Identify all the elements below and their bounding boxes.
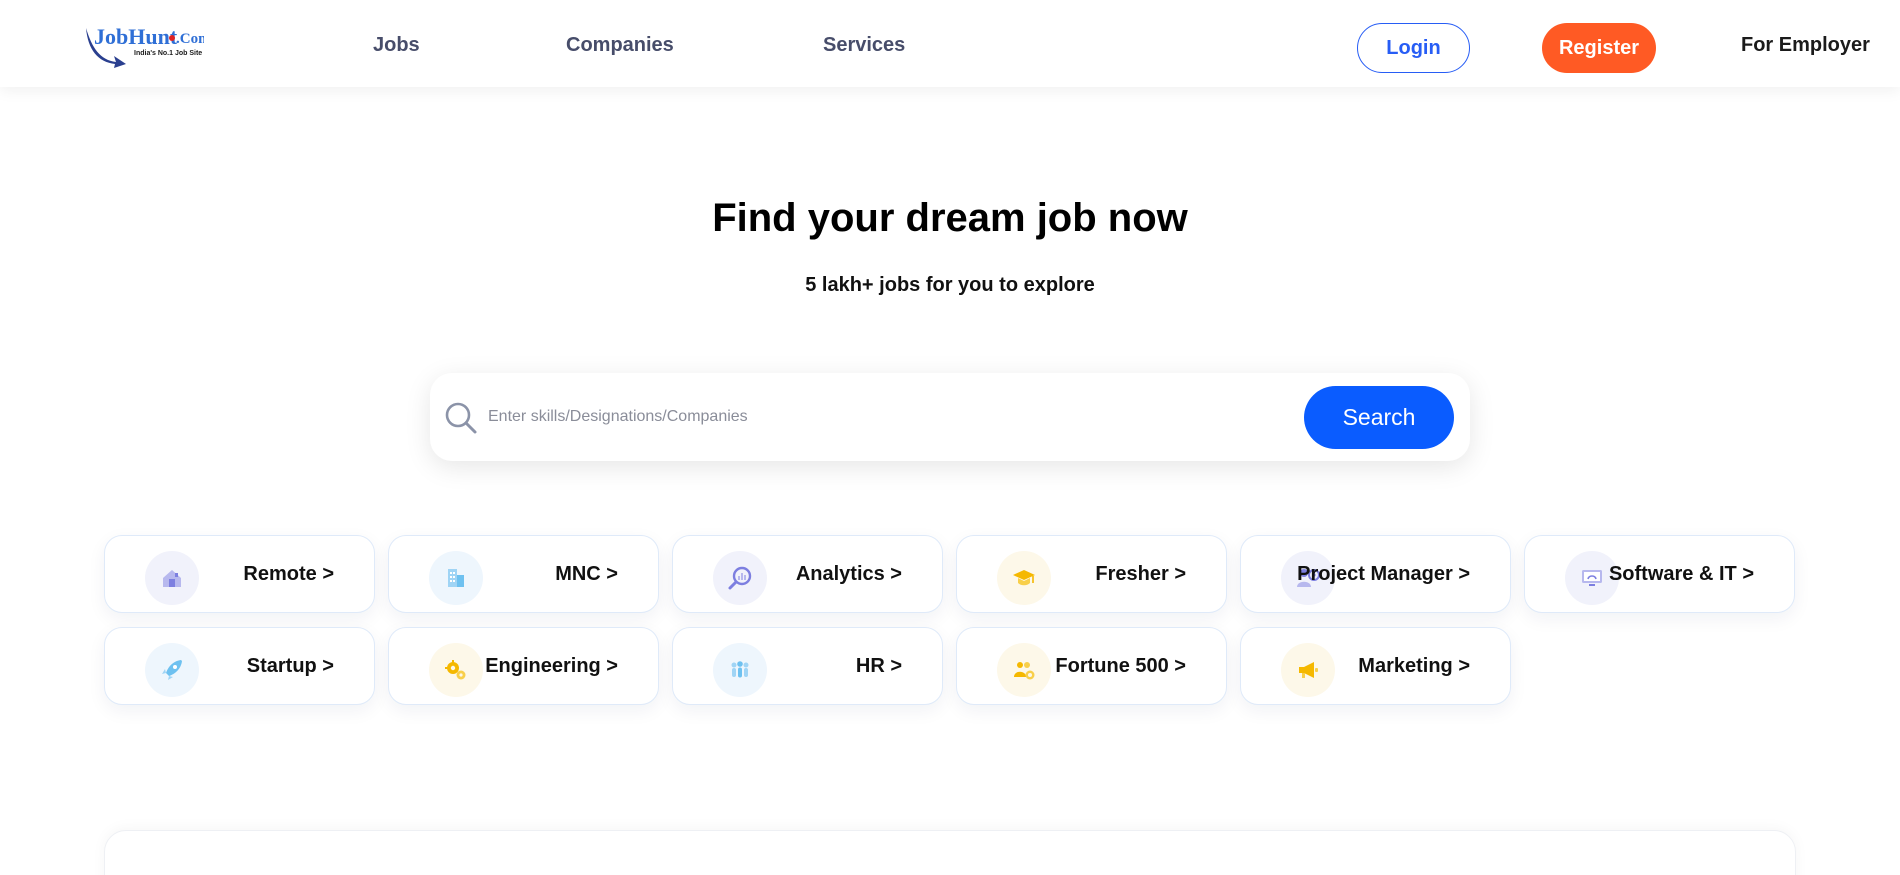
gears-icon [429,643,483,697]
category-label: Project Manager > [1297,563,1470,585]
svg-text:JobHunt: JobHunt [94,24,178,49]
hero-title: Find your dream job now [712,196,1188,240]
for-employer-link[interactable]: For Employer [1741,34,1870,57]
hero-subtitle: 5 lakh+ jobs for you to explore [805,274,1095,296]
category-label: Fresher > [1095,563,1186,585]
category-label: Remote > [243,563,334,585]
category-chip-startup[interactable]: Startup > [104,627,375,705]
category-chip-hr[interactable]: HR > [672,627,943,705]
category-label: Startup > [246,655,334,677]
building-icon [429,551,483,605]
remote-home-icon [145,551,199,605]
category-label: Engineering > [485,655,618,677]
category-label: Fortune 500 > [1055,655,1186,677]
category-chip-mnc[interactable]: MNC > [388,535,659,613]
category-chip-analytics[interactable]: Analytics > [672,535,943,613]
svg-text:.Com: .Com [176,31,204,47]
team-badge-icon [997,643,1051,697]
search-input[interactable] [488,397,1188,437]
category-label: Analytics > [795,563,902,585]
top-navbar: JobHunt .Com India's No.1 Job Site Jobs … [0,0,1900,87]
category-chip-remote[interactable]: Remote > [104,535,375,613]
svg-text:India's No.1 Job Site: India's No.1 Job Site [134,50,202,57]
nav-jobs-link[interactable]: Jobs [373,34,420,57]
category-label: Marketing > [1358,655,1470,677]
category-label: Software & IT > [1608,563,1754,585]
people-icon [713,643,767,697]
category-chip-fresher[interactable]: Fresher > [956,535,1227,613]
category-chip-fortune-500[interactable]: Fortune 500 > [956,627,1227,705]
nav-companies-link[interactable]: Companies [566,34,674,57]
nav-services-link[interactable]: Services [823,34,905,57]
category-chip-marketing[interactable]: Marketing > [1240,627,1511,705]
category-label: HR > [855,655,902,677]
analytics-magnifier-icon [713,551,767,605]
megaphone-icon [1281,643,1335,697]
content-card [104,830,1796,875]
login-button[interactable]: Login [1357,23,1470,73]
category-label: MNC > [555,563,618,585]
register-button[interactable]: Register [1542,23,1656,73]
graduation-cap-icon [997,551,1051,605]
jobhunt-logo[interactable]: JobHunt .Com India's No.1 Job Site [84,22,211,68]
search-button[interactable]: Search [1304,386,1454,449]
category-chip-software-it[interactable]: Software & IT > [1524,535,1795,613]
search-icon [444,401,478,435]
rocket-icon [145,643,199,697]
search-bar: Search [430,373,1470,461]
category-chip-project-manager[interactable]: Project Manager > [1240,535,1511,613]
category-chip-engineering[interactable]: Engineering > [388,627,659,705]
